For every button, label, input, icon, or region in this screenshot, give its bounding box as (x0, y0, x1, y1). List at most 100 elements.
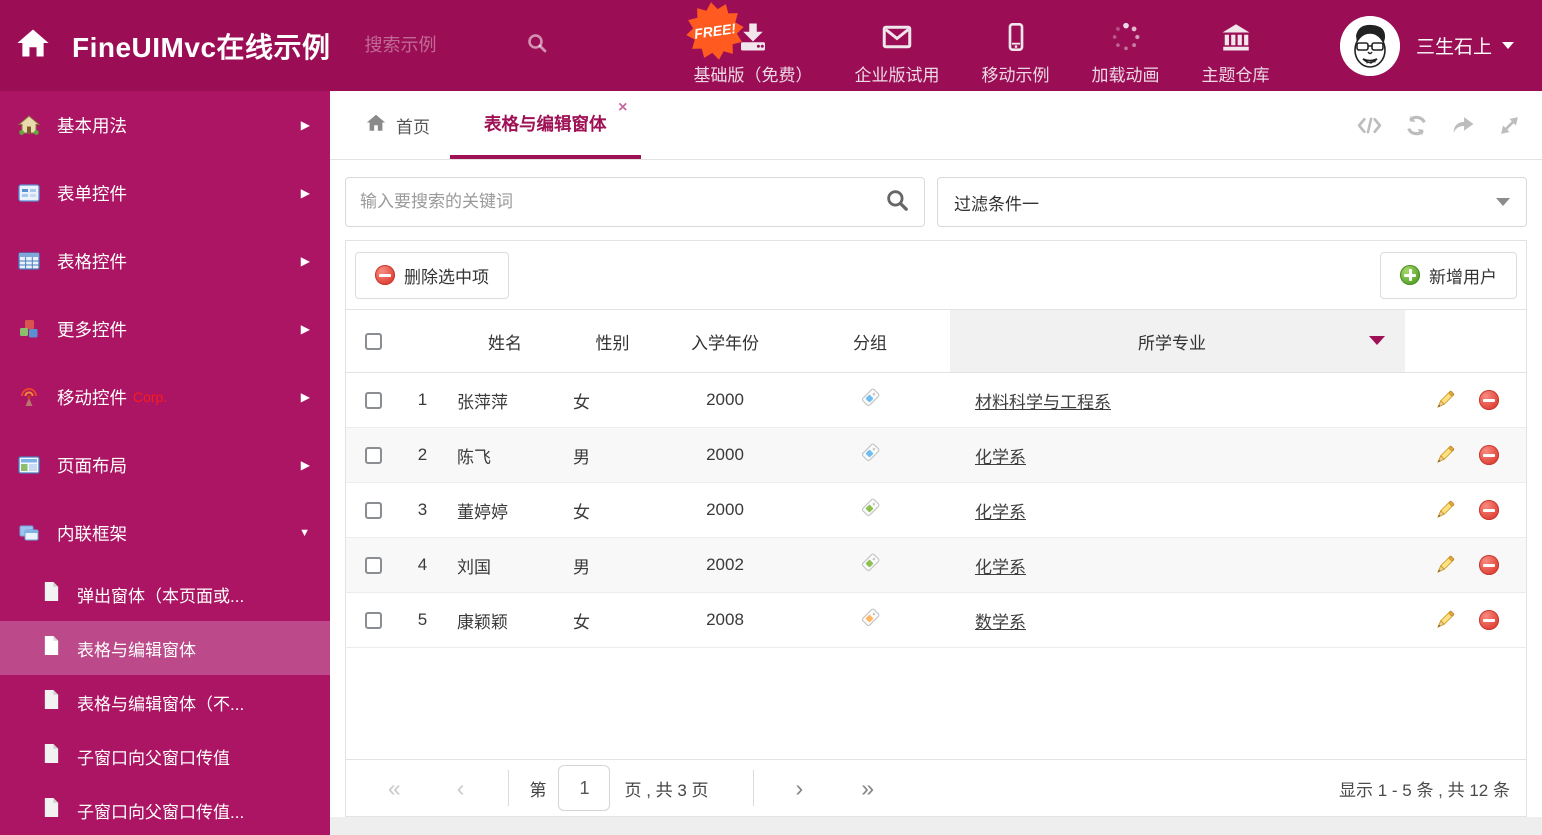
nav-theme-repo[interactable]: 主题仓库 (1181, 5, 1291, 86)
chevron-down-icon (1496, 198, 1510, 206)
header-search-input[interactable] (364, 35, 525, 56)
chevron-down-icon (1502, 42, 1514, 49)
major-link[interactable]: 化学系 (975, 448, 1026, 467)
row-number: 1 (400, 372, 445, 428)
chevron-down-icon[interactable] (1369, 335, 1385, 345)
page-number-input[interactable] (558, 765, 611, 811)
sidebar: 基本用法 ▶ 表单控件 ▶ 表格控件 ▶ 更多控件 ▶ 移动控件 Corp. ▶ (0, 91, 330, 835)
add-user-button[interactable]: 新增用户 (1380, 251, 1517, 299)
cell-year: 2002 (660, 537, 790, 593)
edit-icon[interactable] (1433, 443, 1457, 467)
tag-icon (859, 608, 882, 633)
row-number: 4 (400, 537, 445, 593)
edit-icon[interactable] (1433, 608, 1457, 632)
sidebar-item-mobile-controls[interactable]: 移动控件 Corp. ▶ (0, 363, 330, 431)
filter-dropdown[interactable]: 过滤条件一 (937, 177, 1527, 227)
cell-group (790, 592, 950, 648)
pagination-bar: « ‹ 第 页 , 共 3 页 › » 显示 1 - 5 条 , 共 12 条 (346, 759, 1526, 816)
sidebar-subitem-grid-edit-window[interactable]: 表格与编辑窗体 (0, 621, 330, 675)
cell-gender: 女 (565, 592, 660, 648)
row-number: 5 (400, 592, 445, 648)
tab-grid-edit-window[interactable]: 表格与编辑窗体 × (450, 91, 641, 159)
spinner-icon (1109, 17, 1143, 57)
home-icon (16, 26, 50, 65)
major-link[interactable]: 化学系 (975, 503, 1026, 522)
delete-icon[interactable] (1478, 610, 1499, 630)
sidebar-item-page-layout[interactable]: 页面布局 ▶ (0, 431, 330, 499)
filter-row: 过滤条件一 (345, 177, 1527, 227)
prev-page-icon[interactable]: ‹ (457, 775, 465, 802)
sidebar-subitem-child-to-parent[interactable]: 子窗口向父窗口传值 (0, 729, 330, 783)
refresh-icon[interactable] (1404, 113, 1429, 138)
home-icon (16, 113, 42, 137)
cell-name: 康颖颖 (445, 592, 565, 648)
table-row: 5 康颖颖 女 2008 数学系 (346, 592, 1526, 648)
edit-icon[interactable] (1433, 553, 1457, 577)
user-menu[interactable]: 三生石上 (1339, 15, 1514, 76)
sidebar-subitem-popup-window[interactable]: 弹出窗体（本页面或... (0, 567, 330, 621)
select-all-checkbox[interactable] (364, 333, 382, 351)
first-page-icon[interactable]: « (388, 775, 401, 802)
grid-toolbar: 删除选中项 新增用户 (346, 241, 1526, 309)
cell-gender: 女 (565, 482, 660, 538)
delete-selected-button[interactable]: 删除选中项 (355, 251, 509, 299)
major-link[interactable]: 数学系 (975, 613, 1026, 632)
major-link[interactable]: 材料科学与工程系 (975, 393, 1111, 412)
row-checkbox[interactable] (364, 557, 382, 575)
cell-group (790, 537, 950, 593)
sidebar-subitem-grid-edit-window-2[interactable]: 表格与编辑窗体（不... (0, 675, 330, 729)
next-page-icon[interactable]: › (796, 775, 804, 802)
edit-icon[interactable] (1433, 388, 1457, 412)
sidebar-item-more-controls[interactable]: 更多控件 ▶ (0, 295, 330, 363)
antenna-icon (16, 385, 42, 409)
edit-icon[interactable] (1433, 498, 1457, 522)
form-icon (16, 181, 42, 205)
row-checkbox[interactable] (364, 392, 382, 410)
share-icon[interactable] (1450, 113, 1476, 138)
sidebar-item-grid-controls[interactable]: 表格控件 ▶ (0, 227, 330, 295)
expand-icon[interactable] (1497, 113, 1522, 138)
sidebar-item-form-controls[interactable]: 表单控件 ▶ (0, 159, 330, 227)
col-major[interactable]: 所学专业 (950, 309, 1405, 373)
last-page-icon[interactable]: » (861, 775, 874, 802)
tab-home[interactable]: 首页 (365, 91, 430, 159)
delete-icon[interactable] (1478, 500, 1499, 520)
keyword-search-input[interactable] (360, 192, 884, 212)
logo[interactable]: FineUIMvc在线示例 (16, 26, 331, 66)
divider (752, 770, 754, 806)
code-icon[interactable] (1356, 113, 1383, 138)
major-link[interactable]: 化学系 (975, 558, 1026, 577)
row-checkbox[interactable] (364, 612, 382, 630)
row-checkbox[interactable] (364, 502, 382, 520)
sidebar-subitem-child-to-parent-2[interactable]: 子窗口向父窗口传值... (0, 783, 330, 835)
sidebar-item-basic-usage[interactable]: 基本用法 ▶ (0, 91, 330, 159)
row-checkbox[interactable] (364, 447, 382, 465)
table-header-row: 姓名 性别 入学年份 分组 所学专业 (346, 309, 1526, 373)
home-icon (365, 112, 387, 139)
cell-name: 张萍萍 (445, 372, 565, 428)
nav-loading-animation[interactable]: 加载动画 (1071, 5, 1181, 86)
nav-label: 移动示例 (981, 66, 1050, 85)
nav-enterprise-trial[interactable]: 企业版试用 (834, 5, 961, 86)
cell-group (790, 427, 950, 483)
cell-gender: 女 (565, 372, 660, 428)
header-search[interactable] (364, 31, 565, 60)
tag-icon (859, 498, 882, 523)
tab-bar: 首页 表格与编辑窗体 × (330, 91, 1542, 160)
table-row: 1 张萍萍 女 2000 材料科学与工程系 (346, 372, 1526, 428)
plus-circle-icon (1400, 265, 1420, 285)
row-number: 2 (400, 427, 445, 483)
keyword-search-box[interactable] (345, 177, 925, 227)
sidebar-item-iframe[interactable]: 内联框架 ▼ (0, 499, 330, 567)
close-icon[interactable]: × (618, 100, 627, 116)
nav-mobile-demo[interactable]: 移动示例 (961, 5, 1071, 86)
delete-icon[interactable] (1478, 390, 1499, 410)
search-icon[interactable] (884, 187, 910, 218)
bank-icon (1218, 17, 1254, 57)
avatar[interactable] (1339, 15, 1400, 76)
search-icon[interactable] (525, 31, 549, 60)
delete-icon[interactable] (1478, 555, 1499, 575)
delete-icon[interactable] (1478, 445, 1499, 465)
cell-gender: 男 (565, 427, 660, 483)
frames-icon (16, 521, 42, 545)
